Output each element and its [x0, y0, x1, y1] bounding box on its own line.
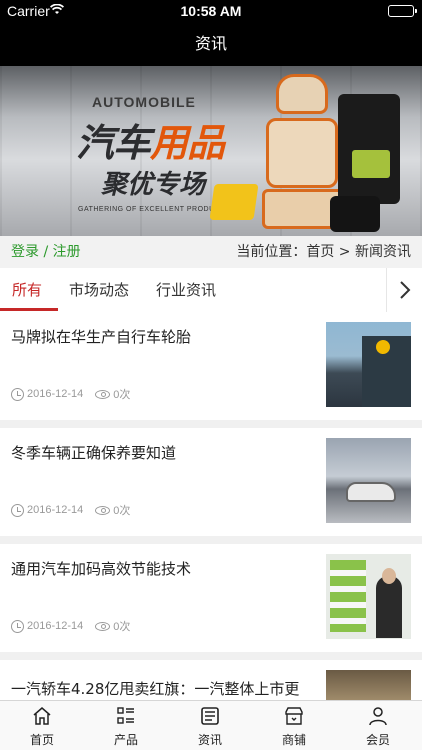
banner-en-subtitle: GATHERING OF EXCELLENT PRODUCTS: [78, 206, 231, 213]
banner-bag-graphic: [338, 94, 400, 204]
clock-icon: [11, 619, 24, 633]
tab-member[interactable]: 会员: [336, 701, 420, 750]
tab-label: 产品: [113, 733, 138, 747]
news-title: 冬季车辆正确保养要知道: [11, 444, 177, 462]
eye-icon: [95, 505, 111, 515]
eye-icon: [95, 621, 111, 631]
news-item[interactable]: 通用汽车加码高效节能技术 2016-12-14 0次: [0, 544, 422, 652]
list-icon: [117, 707, 134, 724]
category-tabs: 所有 市场动态 行业资讯: [0, 268, 422, 312]
banner-en-title: AUTOMOBILE: [92, 94, 196, 110]
news-item[interactable]: 马牌拟在华生产自行车轮胎 2016-12-14 0次: [0, 312, 422, 420]
banner-basket-graphic: [209, 184, 259, 220]
news-meta: 2016-12-14 0次: [11, 386, 130, 402]
news-meta: 2016-12-14 0次: [11, 502, 130, 518]
battery-icon: [388, 5, 417, 17]
news-item[interactable]: 冬季车辆正确保养要知道 2016-12-14 0次: [0, 428, 422, 536]
tab-label: 会员: [365, 733, 390, 747]
tab-active-indicator: [0, 308, 58, 311]
tab-all[interactable]: 所有: [12, 268, 42, 312]
status-bar: Carrier 10:58 AM: [0, 0, 422, 22]
nav-bar: 资讯: [0, 22, 422, 66]
tab-label: 资讯: [197, 733, 222, 747]
news-title: 马牌拟在华生产自行车轮胎: [11, 328, 192, 346]
news-meta: 2016-12-14 0次: [11, 618, 130, 634]
home-icon: [33, 707, 51, 725]
news-icon: [201, 707, 219, 725]
news-views: 0次: [113, 621, 131, 633]
banner-cn-title: 汽车用品: [75, 121, 225, 165]
tab-shop[interactable]: 商铺: [252, 701, 336, 750]
clock-icon: [11, 503, 24, 517]
news-date: 2016-12-14: [27, 504, 84, 516]
tab-news[interactable]: 资讯: [168, 701, 252, 750]
login-register-link[interactable]: 登录 / 注册: [11, 236, 81, 268]
page-title: 资讯: [194, 34, 227, 53]
bottom-tab-bar: 首页 产品 资讯 商铺 会员: [0, 700, 422, 750]
tab-market-news[interactable]: 市场动态: [69, 268, 129, 312]
news-thumbnail: [326, 438, 411, 523]
tab-label: 商铺: [281, 733, 306, 747]
eye-icon: [95, 389, 111, 399]
news-title: 通用汽车加码高效节能技术: [11, 560, 192, 578]
clock-icon: [11, 387, 24, 401]
breadcrumb: 当前位置：首页 > 新闻资讯: [236, 244, 411, 260]
chevron-right-icon[interactable]: [386, 268, 422, 312]
shop-icon: [285, 707, 303, 725]
tab-industry-news[interactable]: 行业资讯: [156, 268, 216, 312]
banner-bag2-graphic: [330, 196, 380, 232]
user-icon: [369, 707, 387, 726]
tab-home[interactable]: 首页: [0, 701, 84, 750]
tab-products[interactable]: 产品: [84, 701, 168, 750]
banner-image[interactable]: AUTOMOBILE 汽车用品 聚优专场 GATHERING OF EXCELL…: [0, 66, 422, 236]
news-date: 2016-12-14: [27, 620, 84, 632]
login-row: 登录 / 注册 当前位置：首页 > 新闻资讯: [0, 236, 422, 268]
news-views: 0次: [113, 505, 131, 517]
banner-cn-subtitle: 聚优专场: [100, 170, 205, 200]
news-thumbnail: [326, 554, 411, 639]
status-time: 10:58 AM: [180, 3, 242, 19]
news-title: 一汽轿车4.28亿甩卖红旗：一汽整体上市更: [11, 680, 300, 698]
tab-label: 首页: [29, 733, 54, 747]
news-views: 0次: [113, 389, 131, 401]
news-thumbnail: [326, 322, 411, 407]
news-date: 2016-12-14: [27, 388, 84, 400]
